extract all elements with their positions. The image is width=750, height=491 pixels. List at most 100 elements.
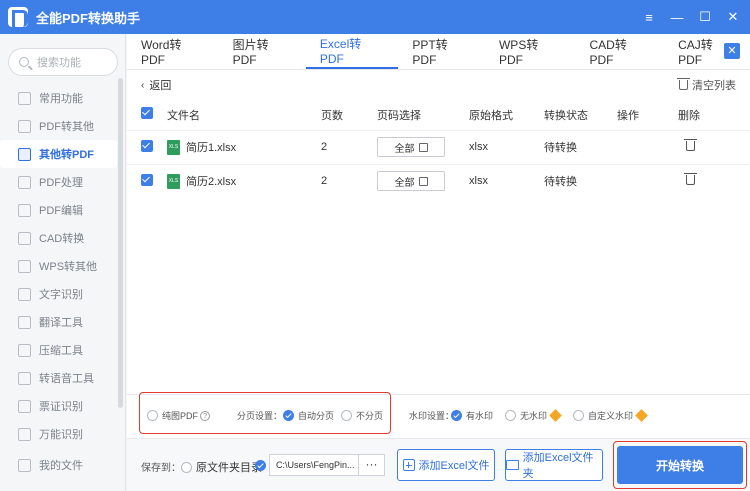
row-filename: 简历2.xlsx bbox=[186, 176, 237, 189]
clear-list-label: 清空列表 bbox=[692, 80, 736, 92]
page-select-label: 全部 bbox=[394, 143, 415, 155]
add-excel-file-button[interactable]: 添加Excel文件 bbox=[397, 449, 495, 481]
has-watermark-radio[interactable] bbox=[451, 410, 462, 421]
select-all-checkbox[interactable] bbox=[141, 107, 153, 120]
table-row: XLS 简历2.xlsx 2 全部 xlsx 待转换 bbox=[127, 164, 750, 198]
pdf-edit-icon bbox=[18, 203, 31, 217]
save-path-field[interactable]: C:\Users\FengPin... ··· bbox=[269, 454, 385, 476]
search-input[interactable]: 搜索功能 bbox=[8, 48, 118, 76]
back-label: 返回 bbox=[149, 80, 172, 92]
sidebar-item-other-to-pdf[interactable]: 其他转PDF bbox=[0, 140, 117, 168]
row-page-select-cell: 全部 bbox=[377, 130, 469, 164]
file-table: 文件名 页数 页码选择 原始格式 转换状态 操作 删除 XLS 简历1.xlsx … bbox=[127, 100, 750, 198]
tab-word-to-pdf[interactable]: Word转PDF bbox=[127, 34, 219, 69]
sidebar-item-label: 文字识别 bbox=[39, 289, 83, 301]
menu-icon[interactable]: ≡ bbox=[642, 10, 656, 25]
sidebar-item-label: 我的文件 bbox=[39, 460, 83, 472]
sidebar-item-pdf-process[interactable]: PDF处理 bbox=[0, 168, 125, 196]
page-select-button[interactable]: 全部 bbox=[377, 137, 445, 157]
row-checkbox[interactable] bbox=[141, 173, 153, 186]
page-select-button[interactable]: 全部 bbox=[377, 171, 445, 192]
translate-icon bbox=[18, 315, 31, 329]
sidebar-item-my-files[interactable]: 我的文件 bbox=[0, 451, 118, 479]
original-dir-radio[interactable] bbox=[181, 461, 192, 473]
premium-diamond-icon bbox=[549, 409, 562, 422]
row-page-select-cell: 全部 bbox=[377, 164, 469, 198]
folder-icon bbox=[506, 460, 519, 470]
row-select[interactable] bbox=[127, 130, 153, 164]
tab-cad-to-pdf[interactable]: CAD转PDF bbox=[576, 34, 665, 69]
has-watermark-label: 有水印 bbox=[466, 411, 494, 421]
minimize-icon[interactable]: — bbox=[670, 10, 684, 25]
page-select-label: 全部 bbox=[394, 177, 415, 189]
close-icon[interactable]: ✕ bbox=[726, 9, 740, 25]
ocr-icon bbox=[18, 287, 31, 301]
delete-icon[interactable] bbox=[684, 172, 697, 185]
watermark-label: 水印设置： bbox=[409, 411, 455, 421]
clear-list-button[interactable]: 清空列表 bbox=[677, 77, 736, 93]
row-filename-cell: XLS 简历2.xlsx bbox=[153, 164, 321, 198]
xls-file-icon: XLS bbox=[167, 173, 180, 189]
universal-icon bbox=[18, 427, 31, 441]
row-filename-cell: XLS 简历1.xlsx bbox=[153, 130, 321, 164]
row-format: xlsx bbox=[469, 175, 488, 188]
sidebar-item-label: 其他转PDF bbox=[39, 149, 94, 161]
start-convert-button[interactable]: 开始转换 bbox=[617, 446, 743, 484]
row-select[interactable] bbox=[127, 164, 153, 198]
watermark-setting: 水印设置： bbox=[409, 409, 454, 422]
header-action: 操作 bbox=[617, 109, 639, 122]
back-button[interactable]: ‹ 返回 bbox=[141, 77, 171, 93]
no-watermark-label: 无水印 bbox=[520, 411, 548, 421]
no-watermark-option[interactable]: 无水印 bbox=[505, 409, 562, 422]
tab-ppt-to-pdf[interactable]: PPT转PDF bbox=[398, 34, 485, 69]
original-dir-option[interactable]: 原文件夹目录 bbox=[181, 459, 262, 475]
add-excel-folder-label: 添加Excel文件夹 bbox=[522, 452, 594, 480]
row-delete-cell bbox=[678, 164, 750, 198]
custom-watermark-label: 自定义水印 bbox=[588, 411, 634, 421]
sidebar-item-ticket[interactable]: 票证识别 bbox=[0, 392, 125, 420]
add-excel-folder-button[interactable]: 添加Excel文件夹 bbox=[505, 449, 603, 481]
tab-bar: Word转PDF 图片转PDF Excel转PDF PPT转PDF WPS转PD… bbox=[127, 34, 750, 70]
sidebar-item-universal[interactable]: 万能识别 bbox=[0, 420, 125, 448]
tab-close-icon[interactable]: ✕ bbox=[724, 43, 740, 59]
sidebar-item-compress[interactable]: 压缩工具 bbox=[0, 336, 125, 364]
has-watermark-option[interactable]: 有水印 bbox=[451, 409, 493, 422]
sidebar-item-cad[interactable]: CAD转换 bbox=[0, 224, 125, 252]
window-controls: ≡ — ☐ ✕ bbox=[642, 0, 740, 34]
header-select-all[interactable] bbox=[127, 100, 153, 130]
app-logo-icon bbox=[8, 7, 28, 27]
tab-image-to-pdf[interactable]: 图片转PDF bbox=[219, 34, 306, 69]
row-checkbox[interactable] bbox=[141, 139, 153, 152]
sidebar-item-pdf-to-other[interactable]: PDF转其他 bbox=[0, 112, 125, 140]
app-title: 全能PDF转换助手 bbox=[36, 10, 141, 26]
wps-icon bbox=[18, 259, 31, 273]
row-format: xlsx bbox=[469, 141, 488, 153]
sidebar-scrollbar[interactable] bbox=[118, 78, 123, 408]
sidebar-item-ocr[interactable]: 文字识别 bbox=[0, 280, 125, 308]
search-placeholder: 搜索功能 bbox=[37, 57, 81, 69]
row-action bbox=[617, 130, 678, 164]
search-icon bbox=[19, 57, 29, 67]
maximize-icon[interactable]: ☐ bbox=[698, 9, 712, 25]
sidebar-item-common[interactable]: 常用功能 bbox=[0, 84, 125, 112]
header-format: 原始格式 bbox=[469, 109, 513, 122]
sidebar-item-label: 票证识别 bbox=[39, 401, 83, 413]
delete-icon[interactable] bbox=[684, 138, 697, 151]
sidebar-item-wps[interactable]: WPS转其他 bbox=[0, 252, 125, 280]
custom-watermark-radio[interactable] bbox=[573, 410, 584, 421]
custom-watermark-option[interactable]: 自定义水印 bbox=[573, 409, 648, 422]
header-page-select: 页码选择 bbox=[377, 109, 421, 122]
tab-wps-to-pdf[interactable]: WPS转PDF bbox=[485, 34, 576, 69]
row-status: 待转换 bbox=[544, 176, 577, 189]
sidebar-item-pdf-edit[interactable]: PDF编辑 bbox=[0, 196, 125, 224]
sidebar-item-speech[interactable]: 转语音工具 bbox=[0, 364, 125, 392]
sidebar: 搜索功能 常用功能 PDF转其他 其他转PDF PDF处理 PDF编辑 CAD转… bbox=[0, 34, 126, 491]
sidebar-item-translate[interactable]: 翻译工具 bbox=[0, 308, 125, 336]
tab-excel-to-pdf[interactable]: Excel转PDF bbox=[305, 34, 399, 69]
custom-dir-radio[interactable] bbox=[255, 460, 266, 471]
browse-button[interactable]: ··· bbox=[358, 455, 384, 475]
sidebar-item-label: PDF编辑 bbox=[39, 205, 83, 217]
trash-icon bbox=[677, 78, 690, 90]
no-watermark-radio[interactable] bbox=[505, 410, 516, 421]
cad-icon bbox=[18, 231, 31, 245]
